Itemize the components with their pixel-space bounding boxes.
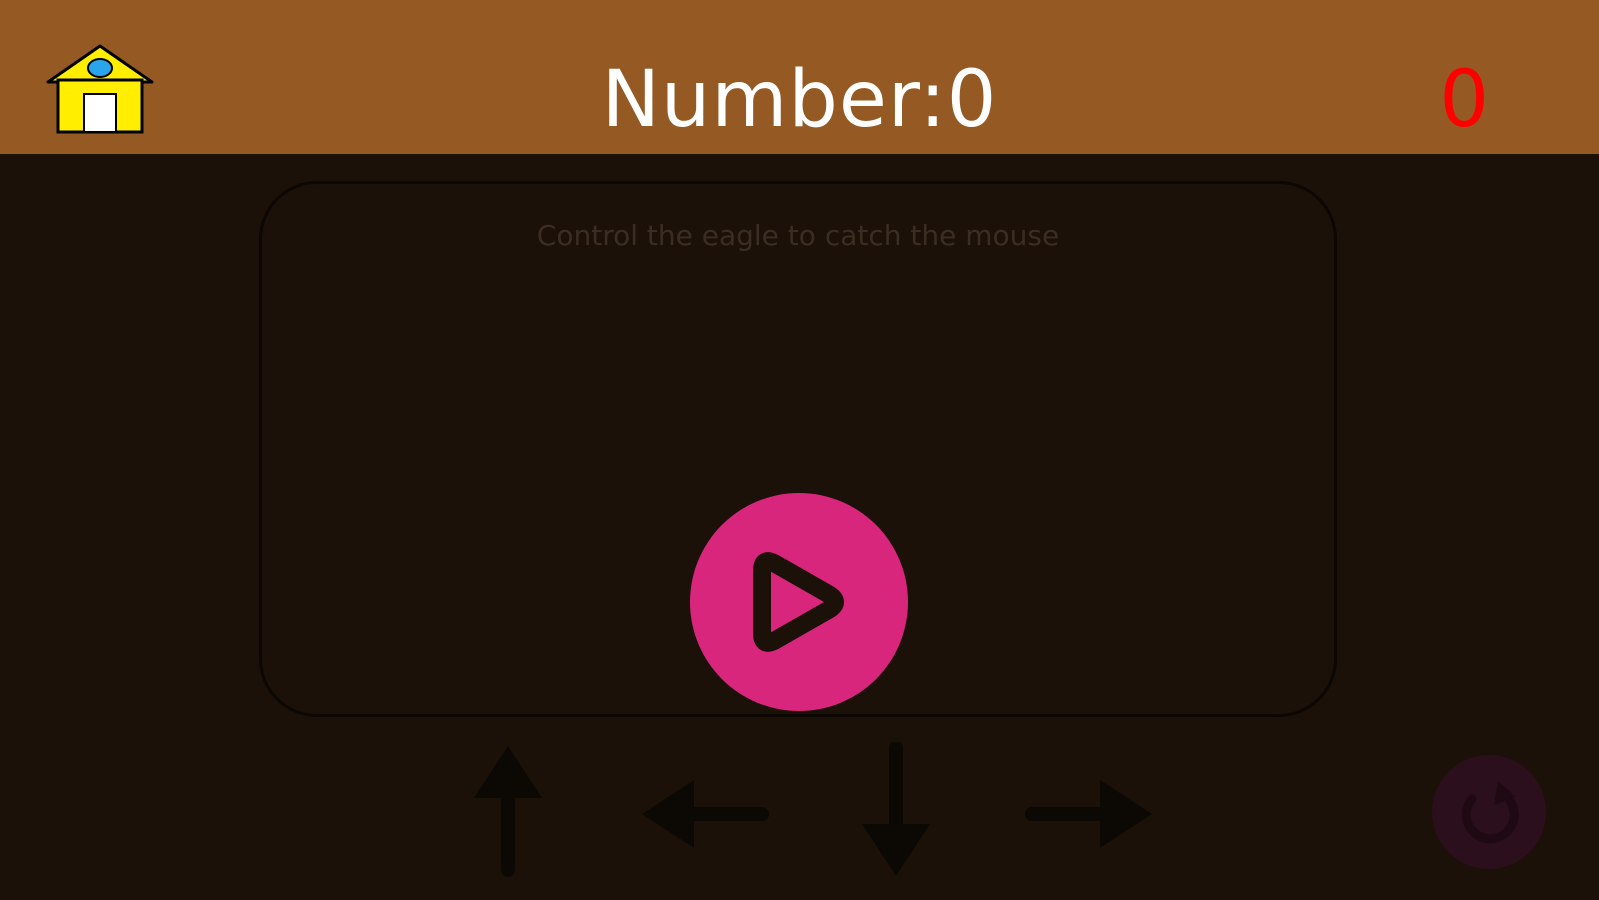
score-counter: 0: [1439, 55, 1489, 145]
number-title: Number:0: [601, 55, 998, 145]
reset-button[interactable]: [1432, 755, 1546, 869]
play-button[interactable]: [690, 493, 908, 711]
arrow-right-icon: [1025, 780, 1152, 848]
arrow-down-icon: [862, 741, 930, 876]
arrow-left-icon: [642, 780, 769, 848]
play-icon: [753, 552, 844, 652]
arrow-left-button[interactable]: [634, 742, 774, 882]
arrow-down-button[interactable]: [826, 741, 966, 882]
instruction-text: Control the eagle to catch the mouse: [536, 219, 1060, 252]
arrow-up-icon: [474, 746, 542, 877]
arrow-up-button[interactable]: [438, 742, 578, 882]
arrow-right-button[interactable]: [1020, 742, 1160, 882]
reset-icon: [1461, 781, 1519, 844]
game-screen: Number:0 0 Control the eagle to catch th…: [0, 0, 1599, 900]
top-bar: Number:0 0: [0, 0, 1599, 154]
